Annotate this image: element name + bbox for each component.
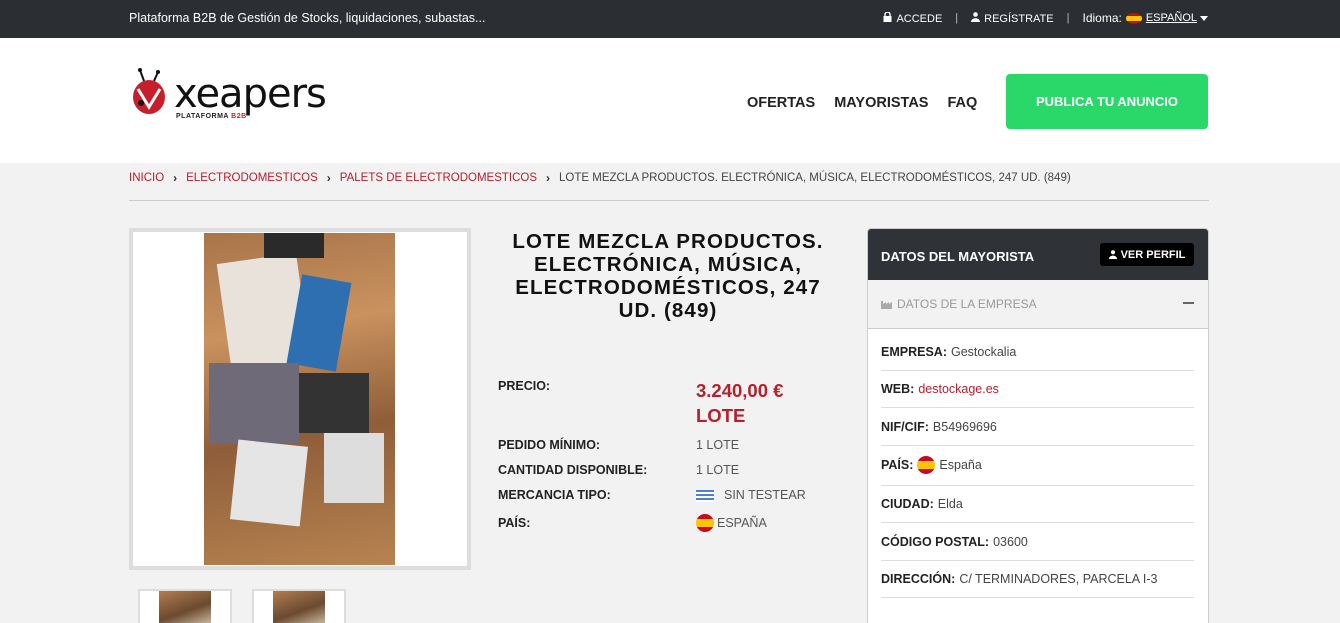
company-data-label: DATOS DE LA EMPRESA bbox=[897, 297, 1037, 311]
product-image-frame[interactable] bbox=[129, 228, 471, 570]
ladybug-logo-icon bbox=[133, 68, 165, 114]
register-link[interactable]: REGÍSTRATE bbox=[971, 11, 1054, 25]
view-profile-button[interactable]: VER PERFIL bbox=[1100, 243, 1194, 266]
country-value: ESPAÑA bbox=[696, 514, 767, 532]
breadcrumb: INICIO › ELECTRODOMESTICOS › PALETS DE E… bbox=[129, 171, 1209, 185]
chevron-right-icon: › bbox=[173, 171, 178, 185]
price-label: PRECIO: bbox=[498, 379, 551, 393]
collapse-icon[interactable] bbox=[1183, 302, 1194, 304]
chevron-right-icon: › bbox=[546, 171, 551, 185]
seller-company-row: EMPRESA: Gestockalia bbox=[881, 345, 1194, 371]
industry-icon bbox=[881, 301, 892, 309]
untested-flag-icon bbox=[696, 489, 714, 502]
main-nav: OFERTAS MAYORISTAS FAQ bbox=[747, 95, 977, 111]
site-header: xeapers PLATAFORMA B2B OFERTAS MAYORISTA… bbox=[0, 38, 1340, 163]
product-photo bbox=[204, 233, 395, 565]
product-thumbnail-1[interactable] bbox=[138, 589, 232, 623]
seller-web-row: WEB: destockage.es bbox=[881, 382, 1194, 408]
nav-faq[interactable]: FAQ bbox=[947, 95, 977, 111]
seller-panel: DATOS DEL MAYORISTA VER PERFIL DATOS DE … bbox=[867, 228, 1209, 623]
product-title: LOTE MEZCLA PRODUCTOS. ELECTRÓNICA, MÚSI… bbox=[512, 230, 824, 322]
lock-icon bbox=[883, 11, 892, 22]
price-value: 3.240,00 € LOTE bbox=[696, 380, 784, 426]
nav-ofertas[interactable]: OFERTAS bbox=[747, 95, 815, 111]
seller-panel-header: DATOS DEL MAYORISTA VER PERFIL bbox=[868, 229, 1208, 280]
min-order-label: PEDIDO MÍNIMO: bbox=[498, 438, 601, 452]
seller-panel-title: DATOS DEL MAYORISTA bbox=[881, 249, 1035, 264]
breadcrumb-palets[interactable]: PALETS DE ELECTRODOMESTICOS bbox=[340, 172, 537, 184]
company-data-accordion[interactable]: DATOS DE LA EMPRESA bbox=[868, 280, 1208, 329]
seller-nif-row: NIF/CIF: B54969696 bbox=[881, 420, 1194, 446]
product-thumbnail-2[interactable] bbox=[252, 589, 346, 623]
nav-mayoristas[interactable]: MAYORISTAS bbox=[834, 95, 928, 111]
site-tagline: Plataforma B2B de Gestión de Stocks, liq… bbox=[129, 11, 486, 25]
breadcrumb-inicio[interactable]: INICIO bbox=[129, 172, 164, 184]
seller-web-link[interactable]: destockage.es bbox=[918, 382, 999, 396]
spain-flag-icon bbox=[917, 456, 936, 474]
merchandise-type-label: MERCANCIA TIPO: bbox=[498, 488, 611, 502]
breadcrumb-current: LOTE MEZCLA PRODUCTOS. ELECTRÓNICA, MÚSI… bbox=[559, 172, 1071, 184]
spain-flag-icon bbox=[696, 514, 714, 532]
register-label: REGÍSTRATE bbox=[984, 12, 1054, 25]
publish-ad-button[interactable]: PUBLICA TU ANUNCIO bbox=[1006, 74, 1208, 129]
available-quantity-label: CANTIDAD DISPONIBLE: bbox=[498, 463, 648, 477]
site-logo[interactable]: xeapers PLATAFORMA B2B bbox=[130, 67, 360, 127]
available-quantity-value: 1 LOTE bbox=[696, 463, 740, 477]
user-icon bbox=[1108, 250, 1117, 259]
logo-subtitle: PLATAFORMA B2B bbox=[176, 113, 247, 120]
top-bar: Plataforma B2B de Gestión de Stocks, liq… bbox=[0, 0, 1340, 38]
chevron-down-icon[interactable] bbox=[1200, 15, 1208, 21]
breadcrumb-electrodomesticos[interactable]: ELECTRODOMESTICOS bbox=[186, 172, 318, 184]
login-link[interactable]: ACCEDE bbox=[883, 11, 943, 25]
seller-address-row: DIRECCIÓN: C/ TERMINADORES, PARCELA I-3 bbox=[881, 572, 1194, 598]
min-order-value: 1 LOTE bbox=[696, 438, 740, 452]
user-icon bbox=[971, 11, 981, 22]
spain-flag-icon bbox=[1125, 12, 1142, 24]
logo-wordmark: xeapers bbox=[174, 71, 327, 117]
seller-country-row: PAÍS: España bbox=[881, 456, 1194, 486]
login-label: ACCEDE bbox=[896, 12, 943, 25]
seller-city-row: CIUDAD: Elda bbox=[881, 497, 1194, 523]
merchandise-type-value: SIN TESTEAR bbox=[696, 488, 806, 502]
seller-postal-row: CÓDIGO POSTAL: 03600 bbox=[881, 535, 1194, 561]
language-label: Idioma: bbox=[1082, 11, 1122, 25]
breadcrumb-divider bbox=[129, 200, 1209, 201]
language-selector[interactable]: ESPAÑOL bbox=[1146, 12, 1197, 24]
chevron-right-icon: › bbox=[326, 171, 331, 185]
country-label: PAÍS: bbox=[498, 516, 531, 530]
top-bar-actions: ACCEDE | REGÍSTRATE | Idioma: ESPAÑOL bbox=[883, 11, 1208, 25]
